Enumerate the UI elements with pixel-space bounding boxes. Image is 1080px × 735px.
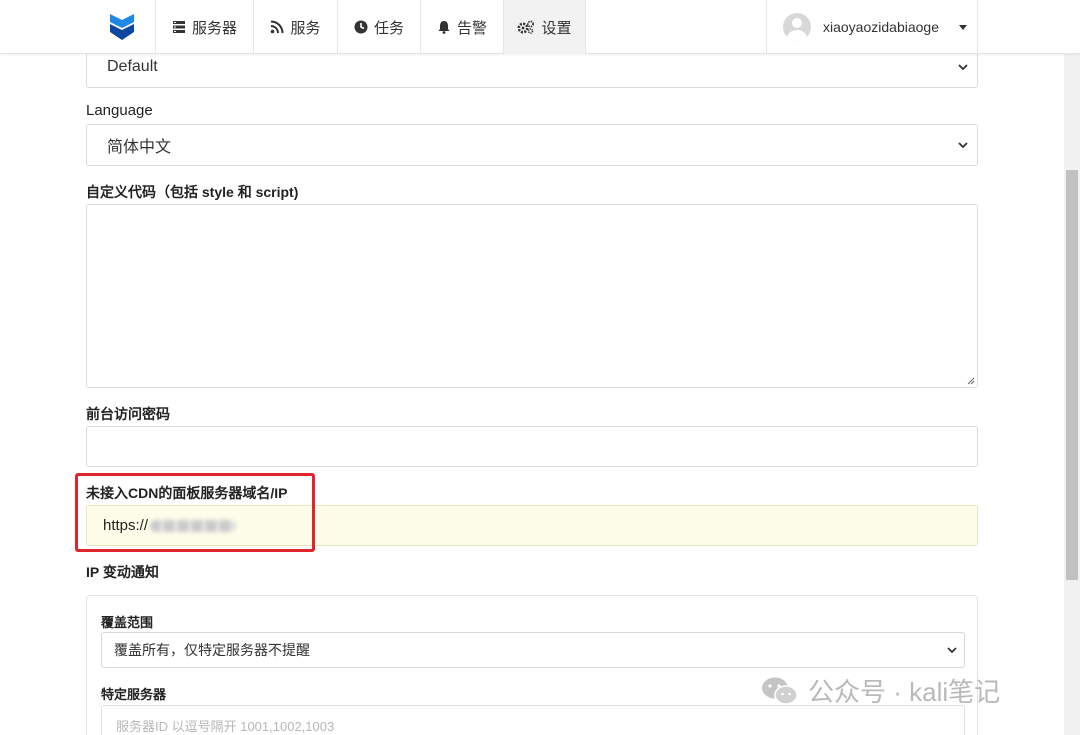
nav-label-tasks: 任务	[373, 19, 404, 37]
nav-item-alerts[interactable]: 告警	[420, 0, 503, 54]
nav-item-services[interactable]: 服务	[253, 0, 337, 54]
custom-code-label: 自定义代码（包括 style 和 script)	[86, 184, 299, 200]
servers-label: 特定服务器	[101, 687, 167, 702]
coverage-select-value: 覆盖所有，仅特定服务器不提醒	[114, 642, 310, 658]
custom-code-textarea[interactable]	[86, 204, 978, 388]
ip-change-label: IP 变动通知	[86, 564, 159, 580]
bell-icon	[438, 21, 450, 34]
language-select[interactable]: 简体中文	[86, 124, 978, 166]
chevron-down-icon	[958, 142, 968, 149]
coverage-select[interactable]: 覆盖所有，仅特定服务器不提醒	[101, 632, 965, 668]
watermark-text: 公众号 · kali笔记	[808, 677, 1001, 707]
watermark: 公众号 · kali笔记	[760, 672, 1000, 709]
logo-icon	[109, 14, 134, 40]
servers-placeholder: 服务器ID 以逗号隔开 1001,1002,1003	[116, 718, 335, 734]
site-password-label: 前台访问密码	[86, 406, 170, 422]
rss-icon	[271, 20, 284, 34]
nav-item-tasks[interactable]: 任务	[337, 0, 420, 54]
coverage-label: 覆盖范围	[101, 615, 154, 630]
nav-label-services: 服务	[290, 19, 321, 37]
nav-label-servers: 服务器	[191, 19, 237, 37]
servers-input[interactable]: 服务器ID 以逗号隔开 1001,1002,1003	[101, 705, 965, 735]
logo[interactable]	[88, 0, 155, 54]
chevron-down-icon	[947, 647, 957, 654]
language-select-value: 简体中文	[107, 139, 172, 156]
nav-item-settings[interactable]: 设置	[503, 0, 586, 54]
caret-down-icon	[958, 24, 967, 30]
site-password-input[interactable]	[86, 426, 978, 467]
theme-select-value: Default	[107, 58, 158, 75]
nav-label-settings: 设置	[541, 19, 572, 37]
gears-icon	[517, 20, 535, 34]
chevron-down-icon	[958, 64, 968, 71]
user-name: xiaoyaozidabiaoge	[823, 19, 939, 35]
wechat-icon	[762, 677, 798, 705]
server-icon	[172, 21, 185, 33]
language-label: Language	[86, 102, 153, 119]
highlight-box	[75, 473, 315, 552]
ip-change-panel: 覆盖范围 覆盖所有，仅特定服务器不提醒 特定服务器 服务器ID 以逗号隔开 10…	[86, 595, 978, 735]
user-menu[interactable]: xiaoyaozidabiaoge	[766, 0, 978, 54]
resize-grip-icon[interactable]	[966, 376, 975, 385]
nav-item-servers[interactable]: 服务器	[155, 0, 253, 54]
scrollbar-thumb[interactable]	[1066, 170, 1078, 580]
avatar	[783, 13, 811, 41]
clock-icon	[354, 20, 368, 34]
top-navbar: 服务器 服务 任务 告警 设置 xiaoyaozidabiaoge	[0, 0, 1080, 54]
nav-label-alerts: 告警	[456, 19, 487, 37]
